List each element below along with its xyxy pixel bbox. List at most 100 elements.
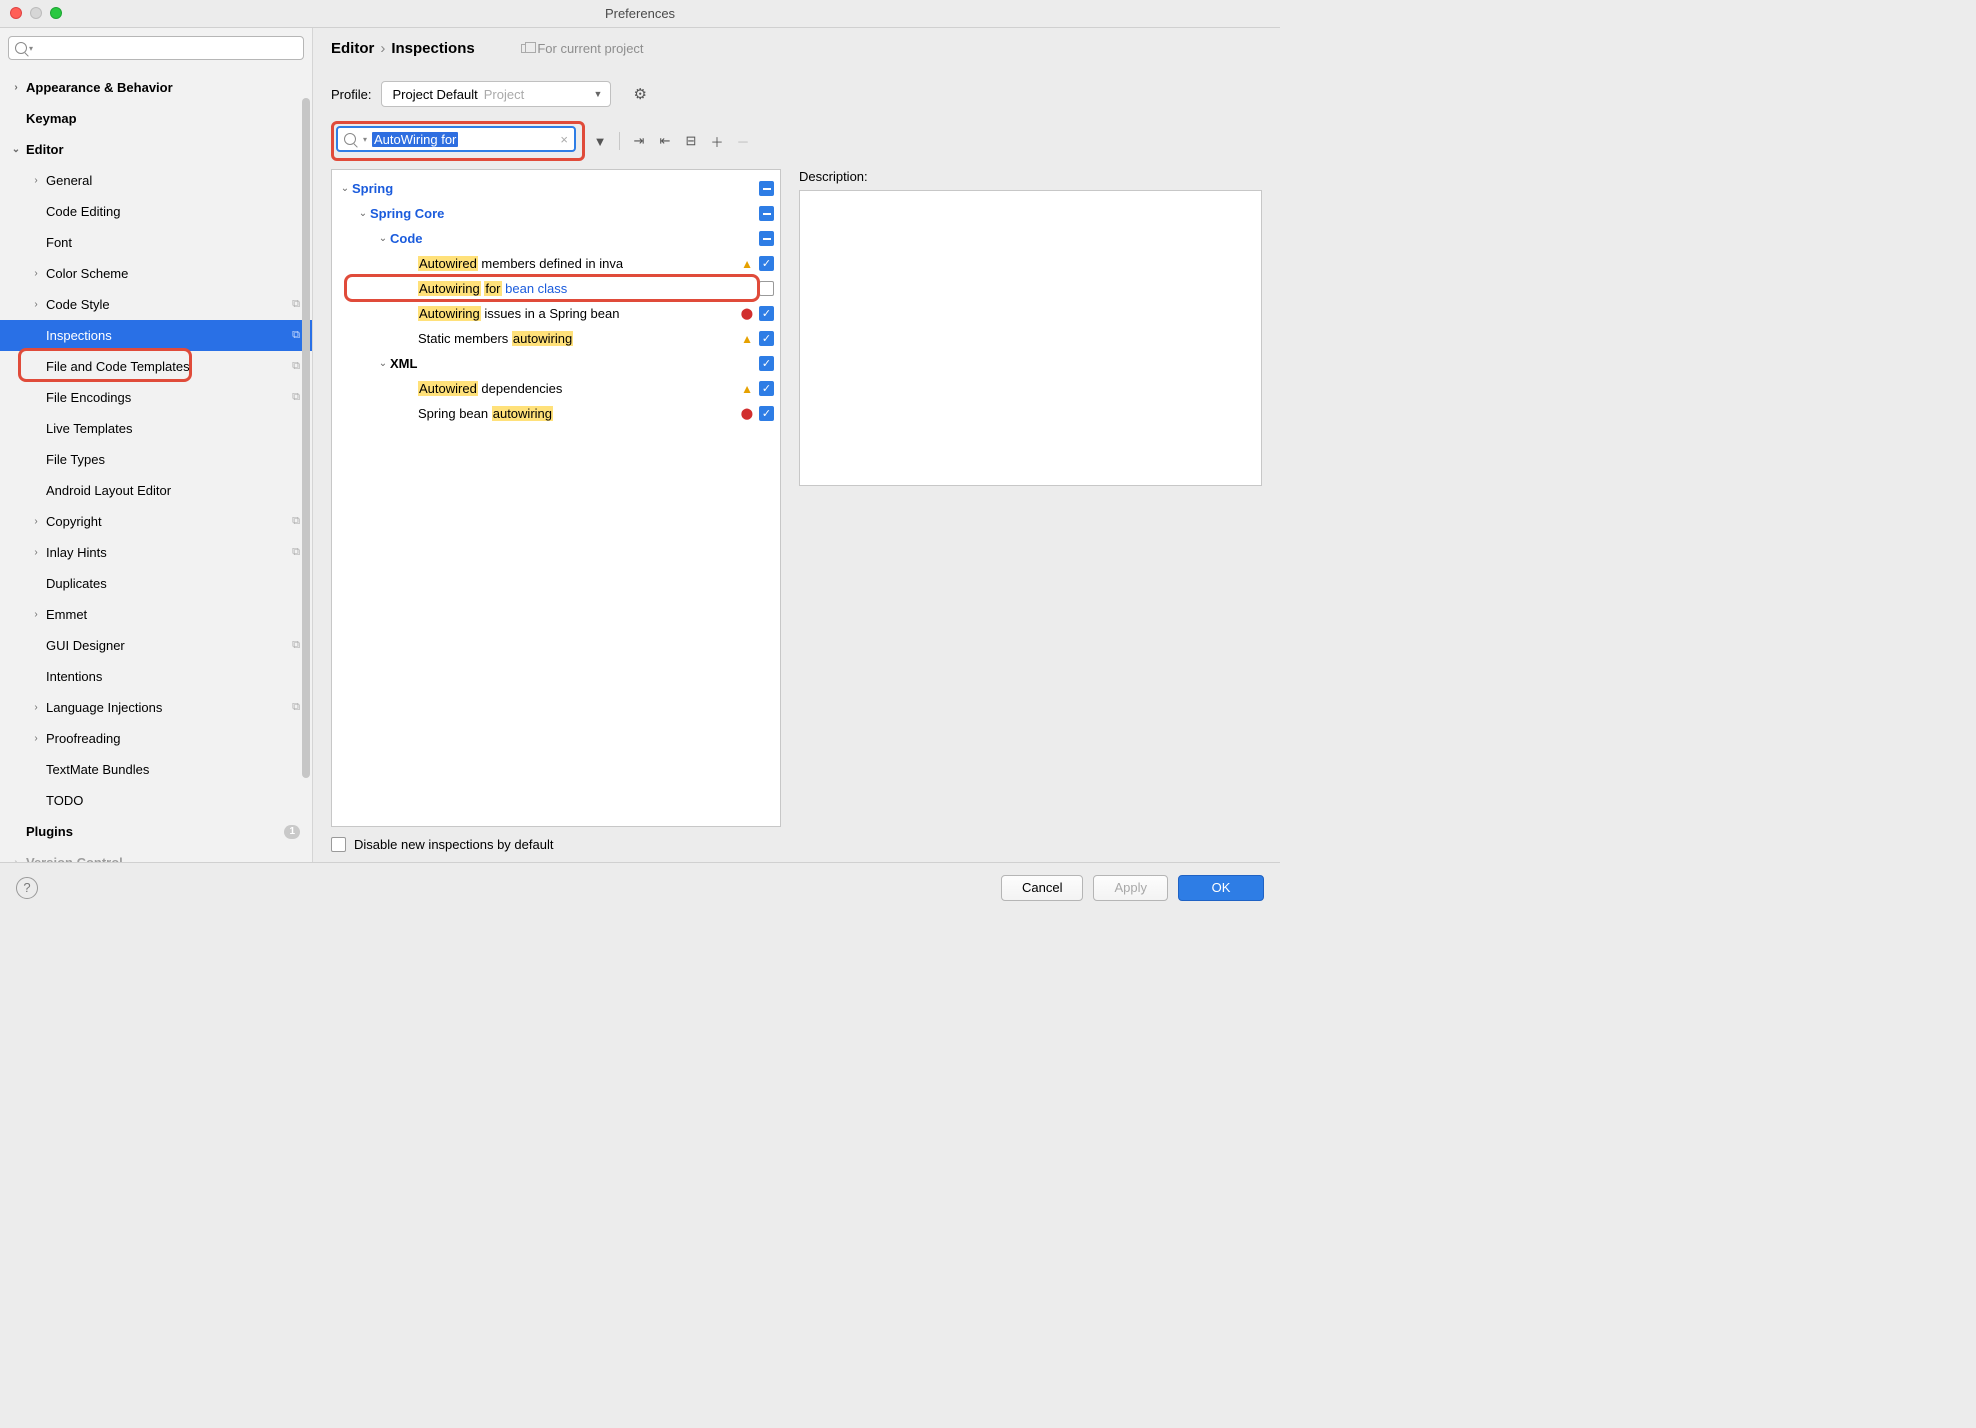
- chevron-right-icon: ›: [30, 268, 42, 279]
- sidebar-item-duplicates[interactable]: Duplicates: [0, 568, 312, 599]
- row-controls: [759, 206, 774, 221]
- add-icon[interactable]: ＋: [706, 130, 728, 152]
- sidebar-item-gui-designer[interactable]: GUI Designer⧉: [0, 630, 312, 661]
- sidebar-item-textmate-bundles[interactable]: TextMate Bundles: [0, 754, 312, 785]
- inspection-checkbox[interactable]: [759, 206, 774, 221]
- sidebar-item-plugins[interactable]: Plugins1: [0, 816, 312, 847]
- apply-button[interactable]: Apply: [1093, 875, 1168, 901]
- close-window-icon[interactable]: [10, 7, 22, 19]
- inspection-row[interactable]: Autowired dependencies ▲✓: [332, 376, 780, 401]
- cancel-button[interactable]: Cancel: [1001, 875, 1083, 901]
- row-controls: ▲✓: [741, 381, 774, 396]
- fullscreen-window-icon[interactable]: [50, 7, 62, 19]
- inspection-checkbox[interactable]: ✓: [759, 381, 774, 396]
- reset-icon[interactable]: ⊟: [680, 130, 702, 152]
- sidebar-item-appearance-behavior[interactable]: ›Appearance & Behavior: [0, 72, 312, 103]
- sidebar-item-intentions[interactable]: Intentions: [0, 661, 312, 692]
- disable-new-checkbox[interactable]: [331, 837, 346, 852]
- sidebar-item-label: Plugins: [26, 824, 73, 839]
- collapse-all-icon[interactable]: ⇤: [654, 130, 676, 152]
- toolbar-separator: [619, 132, 620, 150]
- inspection-row[interactable]: ⌄Spring: [332, 176, 780, 201]
- chevron-down-icon: ⌄: [338, 183, 352, 194]
- sidebar-item-live-templates[interactable]: Live Templates: [0, 413, 312, 444]
- chevron-right-icon: ›: [30, 516, 42, 527]
- callout-annotation: [344, 274, 760, 302]
- breadcrumb-editor[interactable]: Editor: [331, 40, 374, 57]
- description-label: Description:: [799, 169, 1262, 184]
- sidebar-item-label: Android Layout Editor: [46, 483, 171, 498]
- sidebar-item-copyright[interactable]: ›Copyright⧉: [0, 506, 312, 537]
- sidebar-search-input[interactable]: ▾: [8, 36, 304, 60]
- sidebar-item-file-encodings[interactable]: File Encodings⧉: [0, 382, 312, 413]
- sidebar-item-label: File Encodings: [46, 390, 131, 405]
- sidebar-item-label: Inlay Hints: [46, 545, 107, 560]
- clear-search-icon[interactable]: ×: [560, 132, 568, 147]
- help-icon[interactable]: ?: [16, 877, 38, 899]
- sidebar-scrollbar[interactable]: [302, 98, 310, 778]
- sidebar-item-label: Language Injections: [46, 700, 162, 715]
- search-history-icon[interactable]: ▾: [29, 44, 33, 53]
- sidebar-item-version-control[interactable]: ›Version Control: [0, 847, 312, 862]
- inspection-checkbox[interactable]: ✓: [759, 406, 774, 421]
- inspection-checkbox[interactable]: ✓: [759, 356, 774, 371]
- inspection-row[interactable]: ⌄Code: [332, 226, 780, 251]
- sidebar-item-android-layout-editor[interactable]: Android Layout Editor: [0, 475, 312, 506]
- row-controls: ▲✓: [741, 331, 774, 346]
- row-controls: [759, 281, 774, 296]
- scope-note: For current project: [521, 41, 644, 56]
- inspection-row[interactable]: ⌄Spring Core: [332, 201, 780, 226]
- remove-icon[interactable]: －: [732, 130, 754, 152]
- ok-button[interactable]: OK: [1178, 875, 1264, 901]
- inspection-checkbox[interactable]: [759, 181, 774, 196]
- filter-icon[interactable]: ▼: [589, 130, 611, 152]
- scope-note-text: For current project: [537, 41, 643, 56]
- sidebar-item-label: Live Templates: [46, 421, 132, 436]
- sidebar-item-file-and-code-templates[interactable]: File and Code Templates⧉: [0, 351, 312, 382]
- chevron-right-icon: ›: [30, 609, 42, 620]
- inspection-checkbox[interactable]: ✓: [759, 331, 774, 346]
- inspection-row[interactable]: Autowiring for bean class: [332, 276, 780, 301]
- sidebar-item-proofreading[interactable]: ›Proofreading: [0, 723, 312, 754]
- sidebar-item-inspections[interactable]: Inspections⧉: [0, 320, 312, 351]
- inspection-checkbox[interactable]: ✓: [759, 256, 774, 271]
- sidebar-item-todo[interactable]: TODO: [0, 785, 312, 816]
- window-title: Preferences: [605, 6, 675, 21]
- inspection-label: XML: [390, 356, 417, 371]
- sidebar-item-keymap[interactable]: Keymap: [0, 103, 312, 134]
- gear-icon[interactable]: ⚙: [633, 85, 646, 103]
- inspection-checkbox[interactable]: [759, 281, 774, 296]
- sidebar-item-font[interactable]: Font: [0, 227, 312, 258]
- minimize-window-icon: [30, 7, 42, 19]
- inspection-checkbox[interactable]: ✓: [759, 306, 774, 321]
- sidebar-item-color-scheme[interactable]: ›Color Scheme: [0, 258, 312, 289]
- sidebar-item-label: TODO: [46, 793, 83, 808]
- inspection-row[interactable]: Autowired members defined in inva▲✓: [332, 251, 780, 276]
- inspection-checkbox[interactable]: [759, 231, 774, 246]
- titlebar: Preferences: [0, 0, 1280, 28]
- inspection-tree[interactable]: ⌄Spring⌄Spring Core⌄CodeAutowired member…: [331, 169, 781, 827]
- sidebar-item-editor[interactable]: ⌄Editor: [0, 134, 312, 165]
- window-controls: [10, 7, 62, 19]
- inspection-label: Autowiring issues in a Spring bean: [418, 306, 619, 321]
- inspection-row[interactable]: Static members autowiring▲✓: [332, 326, 780, 351]
- sidebar-item-code-style[interactable]: ›Code Style⧉: [0, 289, 312, 320]
- sidebar-item-code-editing[interactable]: Code Editing: [0, 196, 312, 227]
- inspection-row[interactable]: ⌄XML✓: [332, 351, 780, 376]
- search-history-icon[interactable]: ▾: [363, 135, 367, 144]
- profile-select[interactable]: Project Default Project ▼: [381, 81, 611, 107]
- chevron-right-icon: ›: [30, 175, 42, 186]
- inspection-search-input[interactable]: ▾ AutoWiring for ×: [336, 126, 576, 152]
- sidebar-item-label: Version Control: [26, 855, 123, 862]
- sidebar-item-file-types[interactable]: File Types: [0, 444, 312, 475]
- breadcrumb-inspections: Inspections: [391, 40, 474, 57]
- expand-all-icon[interactable]: ⇥: [628, 130, 650, 152]
- chevron-down-icon: ⌄: [376, 233, 390, 244]
- sidebar-item-language-injections[interactable]: ›Language Injections⧉: [0, 692, 312, 723]
- sidebar-item-emmet[interactable]: ›Emmet: [0, 599, 312, 630]
- inspection-row[interactable]: Autowiring issues in a Spring bean⬤✓: [332, 301, 780, 326]
- sidebar-item-general[interactable]: ›General: [0, 165, 312, 196]
- inspection-label: Autowired dependencies: [418, 381, 562, 396]
- inspection-row[interactable]: Spring bean autowiring⬤✓: [332, 401, 780, 426]
- sidebar-item-inlay-hints[interactable]: ›Inlay Hints⧉: [0, 537, 312, 568]
